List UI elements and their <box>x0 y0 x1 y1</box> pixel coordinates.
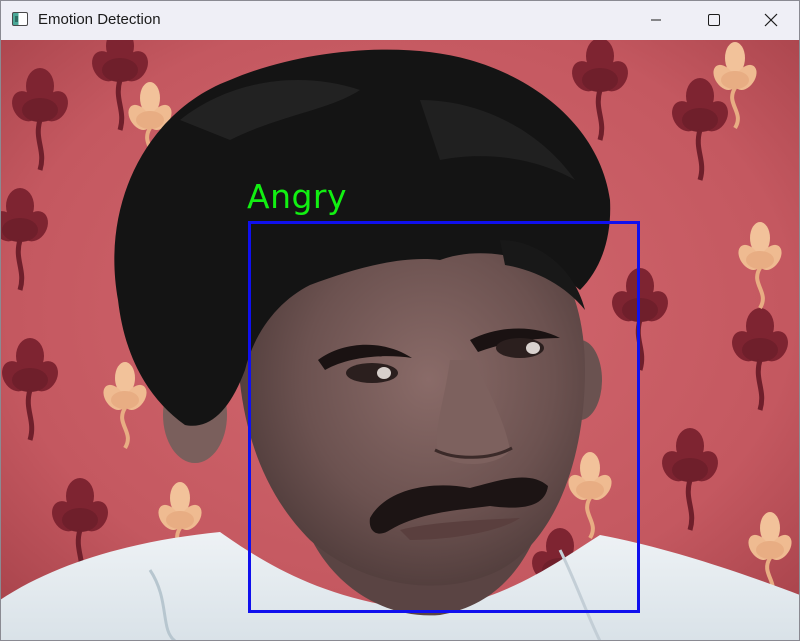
app-icon <box>12 12 28 26</box>
title-bar[interactable]: Emotion Detection <box>0 0 800 40</box>
emotion-label: Angry <box>247 177 348 216</box>
face-bounding-box <box>248 221 640 613</box>
app-window: Emotion Detection Angry <box>0 0 800 641</box>
maximize-icon <box>708 14 720 26</box>
close-icon <box>764 13 778 27</box>
minimize-icon <box>651 19 661 21</box>
camera-feed: Angry <box>0 40 800 641</box>
close-button[interactable] <box>742 0 800 40</box>
maximize-button[interactable] <box>685 0 743 40</box>
minimize-button[interactable] <box>627 0 685 40</box>
window-title: Emotion Detection <box>38 11 161 28</box>
